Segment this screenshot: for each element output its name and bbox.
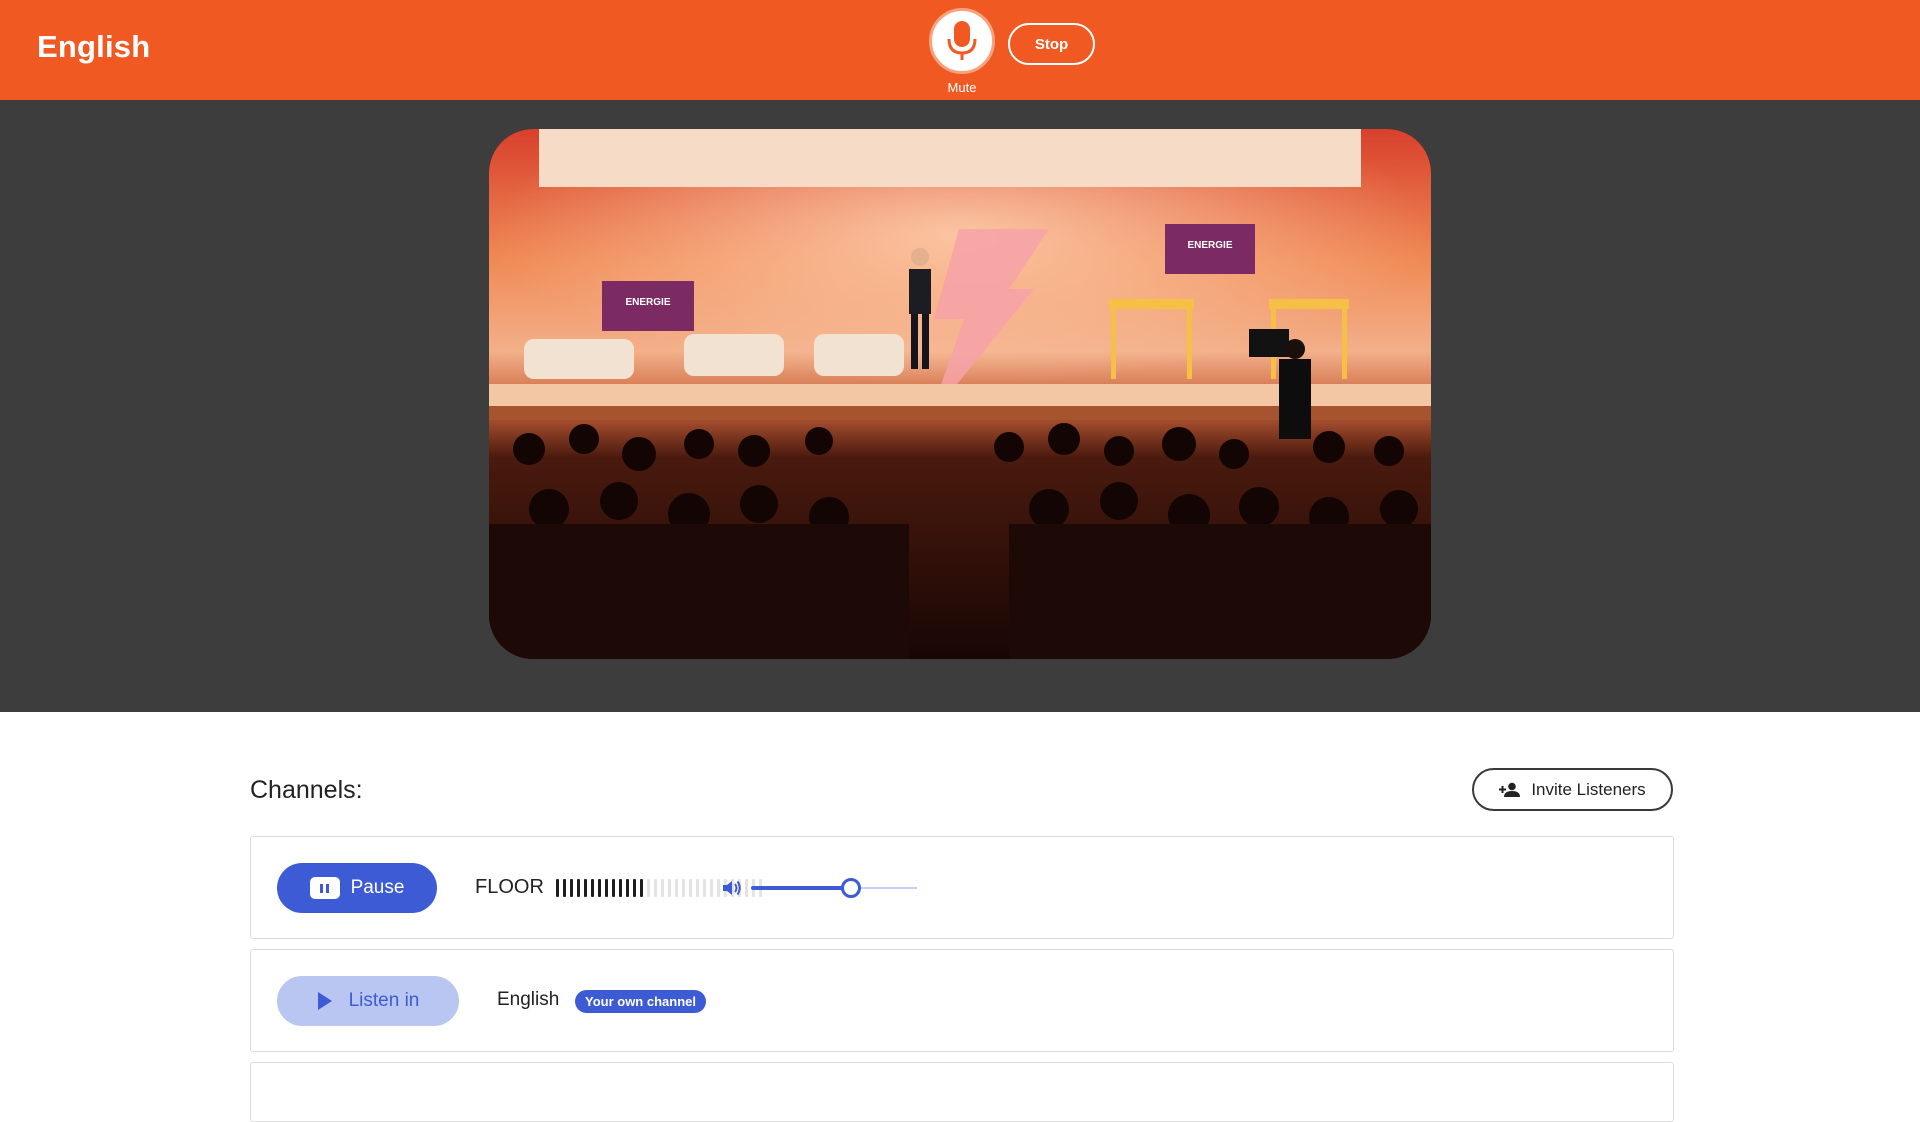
top-bar: English Mute Stop <box>0 0 1920 100</box>
channel-card-english: Listen in English Your own channel <box>250 949 1674 1052</box>
level-bar <box>710 879 713 897</box>
volume-slider-thumb[interactable] <box>841 878 861 898</box>
channel-name-english: English <box>497 989 560 1010</box>
level-bar <box>661 879 664 897</box>
level-bar <box>619 879 622 897</box>
level-bar <box>675 879 678 897</box>
level-bar <box>745 879 748 897</box>
invite-listeners-label: Invite Listeners <box>1531 779 1646 799</box>
level-bar <box>556 879 559 897</box>
screen-text-right: ENERGIE <box>1187 240 1232 251</box>
level-bar <box>626 879 629 897</box>
level-bar <box>647 879 650 897</box>
add-user-icon <box>1499 782 1521 797</box>
level-bar <box>703 879 706 897</box>
level-bar <box>689 879 692 897</box>
channel-card-floor: Pause FLOOR <box>250 836 1674 939</box>
pause-button[interactable]: Pause <box>277 863 437 913</box>
level-bar <box>570 879 573 897</box>
invite-listeners-button[interactable]: Invite Listeners <box>1472 768 1673 811</box>
stop-button[interactable]: Stop <box>1008 23 1095 65</box>
channel-name-floor: FLOOR <box>475 876 544 898</box>
level-bar <box>591 879 594 897</box>
pause-label: Pause <box>350 877 405 898</box>
video-stage: ENERGIE ENERGIE <box>0 100 1920 712</box>
level-bar <box>612 879 615 897</box>
level-bar <box>717 879 720 897</box>
mute-label: Mute <box>947 80 977 95</box>
level-bar <box>682 879 685 897</box>
pause-icon <box>309 877 340 899</box>
play-icon <box>317 992 332 1010</box>
mute-button[interactable] <box>929 8 995 74</box>
own-channel-badge: Your own channel <box>575 990 706 1013</box>
volume-slider[interactable] <box>751 877 917 899</box>
level-bar <box>598 879 601 897</box>
level-bar <box>696 879 699 897</box>
listen-in-label: Listen in <box>348 990 420 1011</box>
channel-title: English <box>37 29 151 64</box>
level-bar <box>584 879 587 897</box>
level-bar <box>668 879 671 897</box>
microphone-icon <box>947 21 977 60</box>
level-bar <box>640 879 643 897</box>
level-bar <box>633 879 636 897</box>
conference-video-frame: ENERGIE ENERGIE <box>489 129 1431 659</box>
volume-slider-fill <box>751 886 851 890</box>
video-player[interactable]: ENERGIE ENERGIE <box>489 129 1431 659</box>
listen-in-button[interactable]: Listen in <box>277 976 459 1026</box>
level-bar <box>577 879 580 897</box>
channels-heading: Channels: <box>250 776 363 804</box>
level-bar <box>563 879 566 897</box>
level-bar <box>654 879 657 897</box>
level-bar <box>605 879 608 897</box>
channel-card-next <box>250 1062 1674 1122</box>
screen-text-left: ENERGIE <box>625 297 670 308</box>
volume-icon <box>723 880 741 896</box>
